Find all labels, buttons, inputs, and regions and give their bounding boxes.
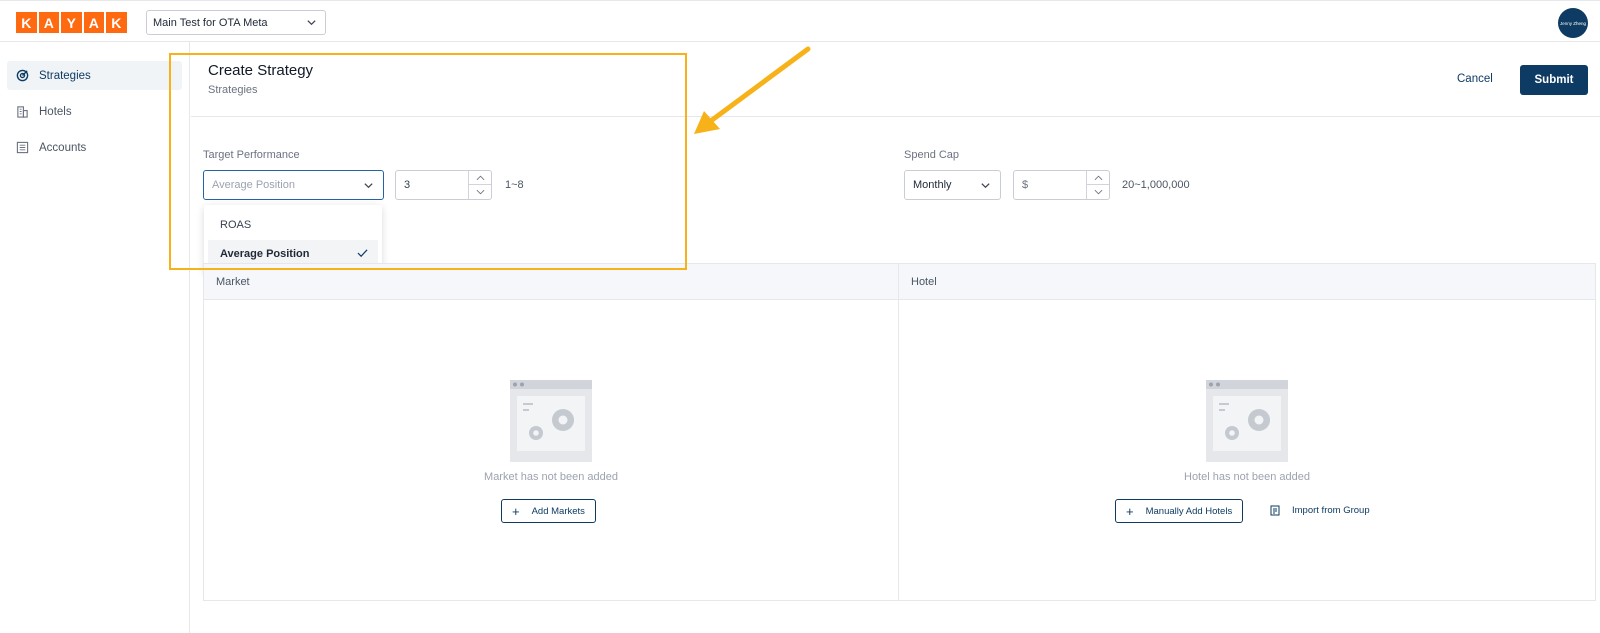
logo-letter: K bbox=[106, 12, 127, 33]
market-empty-text: Market has not been added bbox=[484, 471, 618, 483]
breadcrumb[interactable]: Strategies bbox=[208, 84, 258, 96]
target-icon bbox=[16, 69, 29, 82]
stepper-controls bbox=[1086, 171, 1109, 199]
sidebar-item-accounts[interactable]: Accounts bbox=[7, 133, 182, 162]
spend-amount-input[interactable]: $ bbox=[1013, 170, 1110, 200]
spend-range-hint: 20~1,000,000 bbox=[1122, 179, 1190, 191]
cancel-button[interactable]: Cancel bbox=[1449, 67, 1501, 91]
chevron-down-icon bbox=[306, 17, 317, 31]
hotel-panel-header: Hotel bbox=[899, 264, 1595, 300]
sidebar-item-label: Hotels bbox=[39, 105, 72, 118]
manually-add-hotels-button[interactable]: + Manually Add Hotels bbox=[1115, 499, 1244, 523]
page-title: Create Strategy bbox=[208, 62, 314, 79]
spend-period-select[interactable]: Monthly bbox=[904, 170, 1001, 200]
spend-period-value: Monthly bbox=[913, 179, 952, 191]
decrement-button[interactable] bbox=[469, 185, 491, 199]
target-value: 3 bbox=[404, 179, 411, 191]
hotel-empty-text: Hotel has not been added bbox=[1184, 471, 1310, 483]
top-bar: K A Y A K Main Test for OTA Meta Jenny Z… bbox=[0, 0, 1600, 42]
header-divider bbox=[191, 116, 1600, 117]
decrement-button[interactable] bbox=[1087, 185, 1109, 199]
chevron-down-icon bbox=[1094, 189, 1102, 195]
list-icon bbox=[16, 141, 29, 154]
account-select-value: Main Test for OTA Meta bbox=[153, 16, 268, 29]
chevron-down-icon bbox=[363, 180, 374, 194]
import-from-group-label: Import from Group bbox=[1292, 505, 1370, 516]
target-performance-select[interactable]: Average Position bbox=[203, 170, 384, 200]
account-select[interactable]: Main Test for OTA Meta bbox=[146, 10, 326, 35]
option-label: ROAS bbox=[220, 219, 252, 231]
sidebar-item-label: Strategies bbox=[39, 69, 91, 82]
target-performance-value: Average Position bbox=[212, 179, 295, 191]
spend-cap-label: Spend Cap bbox=[904, 149, 960, 161]
empty-state-illustration-icon bbox=[1206, 380, 1288, 462]
import-icon bbox=[1270, 505, 1280, 516]
chevron-up-icon bbox=[1094, 175, 1102, 180]
logo-letter: A bbox=[38, 12, 59, 33]
chevron-down-icon bbox=[980, 180, 991, 194]
logo-letter: Y bbox=[61, 12, 82, 33]
plus-icon: + bbox=[512, 503, 520, 519]
avatar[interactable]: Jenny Zheng bbox=[1558, 8, 1588, 38]
market-hotel-panels: Market Hotel Market has not been added +… bbox=[203, 263, 1596, 601]
target-performance-label: Target Performance bbox=[203, 149, 300, 161]
increment-button[interactable] bbox=[469, 171, 491, 185]
plus-icon: + bbox=[1126, 503, 1134, 519]
target-value-stepper[interactable]: 3 bbox=[395, 170, 492, 200]
avatar-name: Jenny Zheng bbox=[1559, 20, 1587, 26]
kayak-logo[interactable]: K A Y A K bbox=[16, 12, 127, 33]
sidebar-item-strategies[interactable]: Strategies bbox=[7, 61, 182, 90]
building-icon bbox=[16, 105, 29, 118]
dropdown-option-roas[interactable]: ROAS bbox=[208, 211, 378, 239]
increment-button[interactable] bbox=[1087, 171, 1109, 185]
logo-letter: A bbox=[83, 12, 104, 33]
annotation-arrow-icon bbox=[694, 46, 811, 134]
sidebar: Strategies Hotels Accounts bbox=[0, 42, 190, 633]
checkmark-icon bbox=[357, 248, 368, 261]
empty-state-illustration-icon bbox=[510, 380, 592, 462]
add-markets-label: Add Markets bbox=[531, 505, 585, 517]
chevron-up-icon bbox=[476, 175, 484, 180]
logo-letter: K bbox=[16, 12, 37, 33]
sidebar-item-hotels[interactable]: Hotels bbox=[7, 97, 182, 126]
manually-add-hotels-label: Manually Add Hotels bbox=[1145, 505, 1233, 517]
sidebar-item-label: Accounts bbox=[39, 141, 87, 154]
import-from-group-button[interactable]: Import from Group bbox=[1270, 505, 1370, 516]
chevron-down-icon bbox=[476, 189, 484, 195]
target-range-hint: 1~8 bbox=[505, 179, 524, 191]
spend-amount-placeholder: $ bbox=[1022, 179, 1029, 191]
market-panel-header: Market bbox=[204, 264, 898, 300]
panel-divider bbox=[898, 264, 899, 600]
stepper-controls bbox=[468, 171, 491, 199]
submit-button[interactable]: Submit bbox=[1520, 65, 1588, 95]
option-label: Average Position bbox=[220, 248, 310, 260]
add-markets-button[interactable]: + Add Markets bbox=[501, 499, 596, 523]
